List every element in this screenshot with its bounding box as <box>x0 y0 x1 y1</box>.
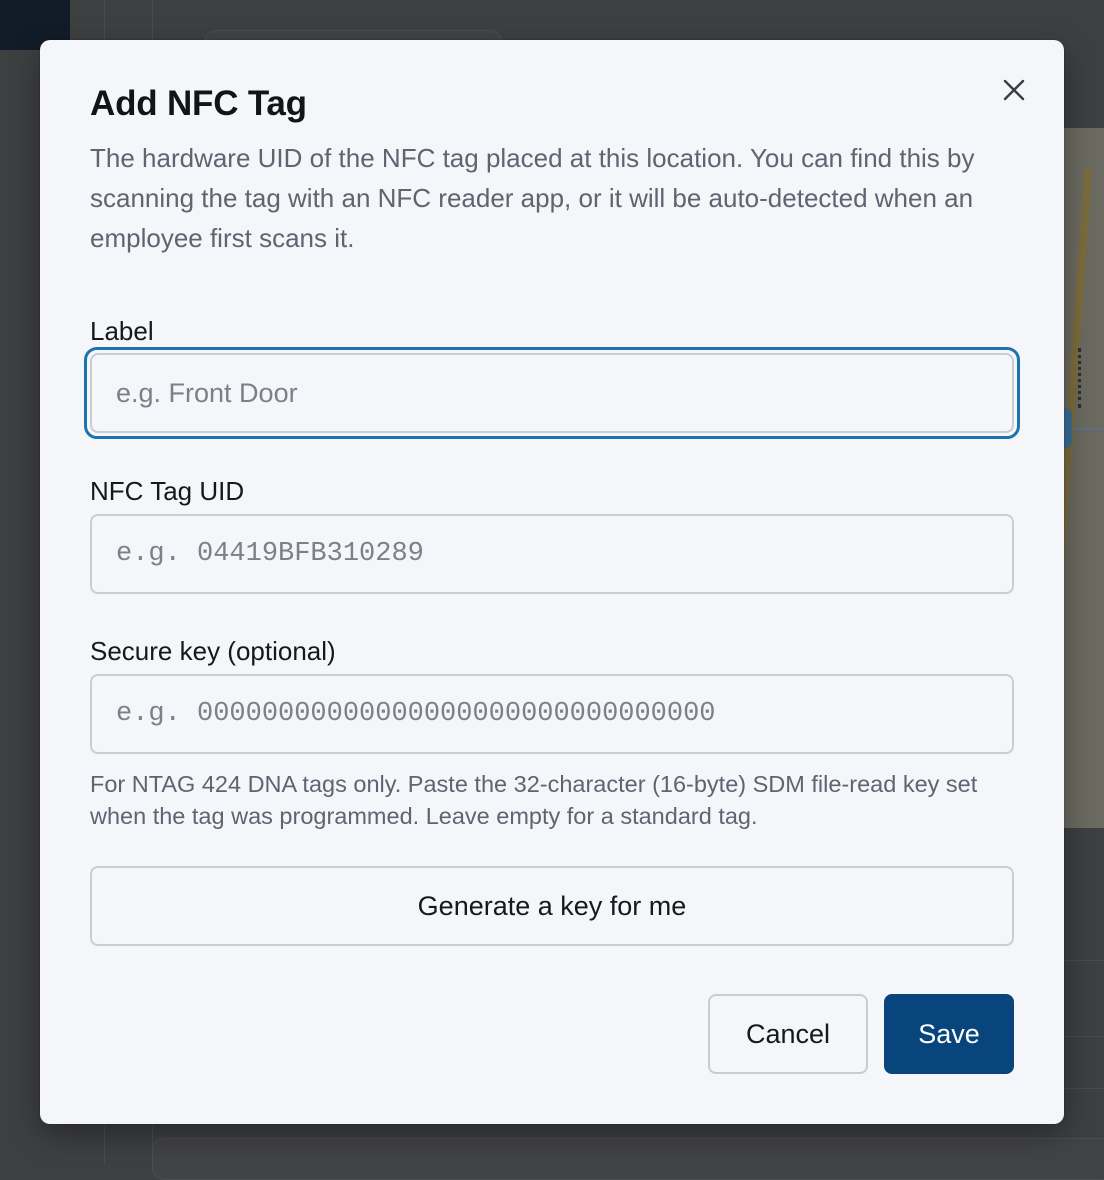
background-card <box>152 1138 1104 1180</box>
close-icon <box>1003 79 1025 101</box>
background-divider <box>1064 1088 1104 1089</box>
close-button[interactable] <box>998 74 1030 106</box>
secure-key-input[interactable] <box>90 674 1014 754</box>
label-field-label: Label <box>90 316 154 346</box>
add-nfc-tag-dialog: Add NFC Tag The hardware UID of the NFC … <box>40 40 1064 1124</box>
uid-field-label: NFC Tag UID <box>90 476 245 506</box>
dialog-description: The hardware UID of the NFC tag placed a… <box>90 143 975 253</box>
background-map <box>1047 128 1104 828</box>
label-input[interactable] <box>90 353 1014 433</box>
generate-key-button[interactable]: Generate a key for me <box>90 866 1014 946</box>
dialog-title: Add NFC Tag <box>90 84 307 123</box>
background-divider <box>1064 1036 1104 1037</box>
secure-key-field-label: Secure key (optional) <box>90 636 336 666</box>
secure-key-help-text: For NTAG 424 DNA tags only. Paste the 32… <box>90 771 978 829</box>
save-button[interactable]: Save <box>884 994 1014 1074</box>
map-marker <box>1078 348 1091 408</box>
cancel-button[interactable]: Cancel <box>708 994 868 1074</box>
uid-input[interactable] <box>90 514 1014 594</box>
background-divider <box>1064 960 1104 961</box>
